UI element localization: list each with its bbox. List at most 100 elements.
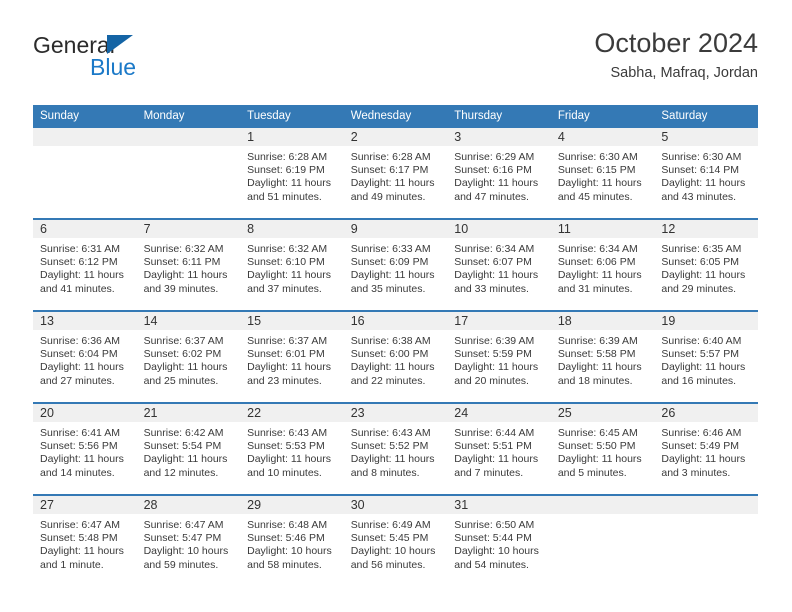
sunrise-time: Sunrise: 6:33 AM [350, 243, 431, 255]
day-number: 27 [33, 496, 137, 514]
daylight-duration-line2: and 37 minutes. [247, 282, 322, 295]
sunrise-time: Sunrise: 6:44 AM [454, 427, 535, 439]
sunset-time: Sunset: 6:04 PM [40, 348, 118, 361]
daylight-duration-line2: and 3 minutes. [661, 466, 731, 479]
day-sun-info: Sunrise: 6:40 AM Sunset: 5:57 PM Daylight:… [654, 330, 758, 388]
daylight-duration-line2: and 43 minutes. [661, 190, 737, 203]
daylight-duration-line1: Daylight: 11 hours [350, 453, 435, 466]
sunrise-time: Sunrise: 6:40 AM [661, 335, 742, 347]
calendar-day-cell[interactable]: 27 Sunrise: 6:47 AM Sunset: 5:48 PM Dayligh… [33, 494, 137, 586]
sunrise-time: Sunrise: 6:34 AM [557, 243, 638, 255]
calendar-day-cell[interactable]: 11 Sunrise: 6:34 AM Sunset: 6:06 PM Dayligh… [550, 218, 655, 311]
day-sun-info: Sunrise: 6:45 AM Sunset: 5:50 PM Daylight:… [551, 422, 655, 480]
daylight-duration-line2: and 45 minutes. [557, 190, 633, 203]
sunset-time: Sunset: 5:49 PM [661, 440, 740, 453]
day-number: 4 [550, 128, 655, 146]
daylight-duration-line2: and 49 minutes. [350, 190, 426, 203]
day-sun-info: Sunrise: 6:34 AM Sunset: 6:06 PM Daylight:… [551, 238, 655, 296]
calendar-week-row: 27 Sunrise: 6:47 AM Sunset: 5:48 PM Dayligh… [33, 494, 758, 586]
calendar-day-cell[interactable]: 23 Sunrise: 6:43 AM Sunset: 5:52 PM Dayligh… [343, 402, 448, 495]
calendar-day-cell[interactable]: 26 Sunrise: 6:46 AM Sunset: 5:49 PM Dayligh… [654, 402, 758, 495]
daylight-duration-line1: Daylight: 11 hours [661, 269, 746, 282]
sunrise-time: Sunrise: 6:50 AM [454, 519, 535, 531]
calendar-day-cell[interactable]: 5 Sunrise: 6:30 AM Sunset: 6:14 PM Daylight… [654, 128, 758, 219]
calendar-day-cell[interactable]: 31 Sunrise: 6:50 AM Sunset: 5:44 PM Dayligh… [447, 494, 551, 586]
daylight-duration-line1: Daylight: 11 hours [350, 177, 435, 190]
sunset-time: Sunset: 6:02 PM [143, 348, 222, 361]
calendar-day-cell[interactable]: 14 Sunrise: 6:37 AM Sunset: 6:02 PM Dayligh… [136, 310, 241, 403]
sunset-time: Sunset: 6:19 PM [247, 164, 325, 177]
sunrise-time: Sunrise: 6:46 AM [661, 427, 742, 439]
daylight-duration-line1: Daylight: 11 hours [143, 361, 228, 374]
calendar-day-cell[interactable]: 8 Sunrise: 6:32 AM Sunset: 6:10 PM Daylight… [240, 218, 344, 311]
day-sun-info: Sunrise: 6:46 AM Sunset: 5:49 PM Daylight:… [654, 422, 758, 480]
calendar-day-cell-empty [33, 128, 137, 219]
sunset-time: Sunset: 5:50 PM [557, 440, 636, 453]
daylight-duration-line2: and 31 minutes. [557, 282, 633, 295]
calendar-day-cell[interactable]: 1 Sunrise: 6:28 AM Sunset: 6:19 PM Daylight… [240, 128, 344, 219]
daylight-duration-line2: and 47 minutes. [454, 190, 529, 203]
calendar-day-cell[interactable]: 20 Sunrise: 6:41 AM Sunset: 5:56 PM Dayligh… [33, 402, 137, 495]
sunset-time: Sunset: 5:52 PM [350, 440, 429, 453]
calendar-day-cell[interactable]: 16 Sunrise: 6:38 AM Sunset: 6:00 PM Dayligh… [343, 310, 448, 403]
calendar-day-cell[interactable]: 7 Sunrise: 6:32 AM Sunset: 6:11 PM Daylight… [136, 218, 241, 311]
day-number: 28 [136, 496, 241, 514]
daylight-duration-line1: Daylight: 11 hours [247, 177, 331, 190]
daylight-duration-line1: Daylight: 11 hours [40, 361, 124, 374]
calendar-day-cell[interactable]: 25 Sunrise: 6:45 AM Sunset: 5:50 PM Dayligh… [550, 402, 655, 495]
day-number [654, 496, 758, 514]
calendar-day-cell[interactable]: 24 Sunrise: 6:44 AM Sunset: 5:51 PM Dayligh… [447, 402, 551, 495]
sunrise-time: Sunrise: 6:30 AM [557, 151, 638, 163]
day-number: 10 [447, 220, 551, 238]
calendar-day-cell[interactable]: 22 Sunrise: 6:43 AM Sunset: 5:53 PM Dayligh… [240, 402, 344, 495]
general-blue-logo[interactable]: General Blue [33, 32, 263, 88]
weekday-header-wednesday: Wednesday [343, 105, 448, 128]
daylight-duration-line2: and 1 minute. [40, 558, 104, 571]
sunrise-time: Sunrise: 6:48 AM [247, 519, 328, 531]
calendar-day-cell[interactable]: 2 Sunrise: 6:28 AM Sunset: 6:17 PM Daylight… [343, 128, 448, 219]
day-number: 24 [447, 404, 551, 422]
day-sun-info: Sunrise: 6:34 AM Sunset: 6:07 PM Daylight:… [447, 238, 551, 296]
calendar-day-cell[interactable]: 10 Sunrise: 6:34 AM Sunset: 6:07 PM Dayligh… [447, 218, 551, 311]
calendar-day-cell[interactable]: 18 Sunrise: 6:39 AM Sunset: 5:58 PM Dayligh… [550, 310, 655, 403]
calendar-day-cell[interactable]: 12 Sunrise: 6:35 AM Sunset: 6:05 PM Dayligh… [654, 218, 758, 311]
daylight-duration-line2: and 59 minutes. [143, 558, 219, 571]
calendar-day-cell[interactable]: 19 Sunrise: 6:40 AM Sunset: 5:57 PM Dayligh… [654, 310, 758, 403]
calendar-day-cell[interactable]: 15 Sunrise: 6:37 AM Sunset: 6:01 PM Dayligh… [240, 310, 344, 403]
calendar-day-cell[interactable]: 3 Sunrise: 6:29 AM Sunset: 6:16 PM Daylight… [447, 128, 551, 219]
sunrise-time: Sunrise: 6:47 AM [143, 519, 224, 531]
calendar-day-cell[interactable]: 17 Sunrise: 6:39 AM Sunset: 5:59 PM Dayligh… [447, 310, 551, 403]
day-number: 5 [654, 128, 758, 146]
sunset-time: Sunset: 6:15 PM [557, 164, 636, 177]
sunrise-time: Sunrise: 6:30 AM [661, 151, 742, 163]
calendar-day-cell[interactable]: 4 Sunrise: 6:30 AM Sunset: 6:15 PM Daylight… [550, 128, 655, 219]
calendar-day-cell[interactable]: 30 Sunrise: 6:49 AM Sunset: 5:45 PM Dayligh… [343, 494, 448, 586]
daylight-duration-line1: Daylight: 11 hours [557, 361, 642, 374]
daylight-duration-line2: and 14 minutes. [40, 466, 115, 479]
day-number: 2 [343, 128, 448, 146]
sunrise-time: Sunrise: 6:32 AM [247, 243, 328, 255]
day-sun-info: Sunrise: 6:35 AM Sunset: 6:05 PM Daylight:… [654, 238, 758, 296]
daylight-duration-line2: and 5 minutes. [557, 466, 627, 479]
calendar-day-cell[interactable]: 29 Sunrise: 6:48 AM Sunset: 5:46 PM Dayligh… [240, 494, 344, 586]
weekday-header-sunday: Sunday [33, 105, 137, 128]
calendar-day-cell[interactable]: 6 Sunrise: 6:31 AM Sunset: 6:12 PM Daylight… [33, 218, 137, 311]
sunset-time: Sunset: 5:53 PM [247, 440, 325, 453]
day-sun-info: Sunrise: 6:37 AM Sunset: 6:02 PM Daylight:… [137, 330, 241, 388]
calendar-day-cell[interactable]: 9 Sunrise: 6:33 AM Sunset: 6:09 PM Daylight… [343, 218, 448, 311]
calendar-day-cell[interactable]: 21 Sunrise: 6:42 AM Sunset: 5:54 PM Dayligh… [136, 402, 241, 495]
weekday-header-row: Sunday Monday Tuesday Wednesday Thursday… [33, 105, 758, 128]
daylight-duration-line2: and 16 minutes. [661, 374, 737, 387]
day-number: 17 [447, 312, 551, 330]
calendar-day-cell[interactable]: 13 Sunrise: 6:36 AM Sunset: 6:04 PM Dayligh… [33, 310, 137, 403]
sunrise-time: Sunrise: 6:32 AM [143, 243, 224, 255]
calendar-table-wrapper: Sunday Monday Tuesday Wednesday Thursday… [33, 105, 758, 586]
sunset-time: Sunset: 5:51 PM [454, 440, 532, 453]
weekday-header-saturday: Saturday [654, 105, 758, 128]
daylight-duration-line2: and 27 minutes. [40, 374, 115, 387]
daylight-duration-line2: and 35 minutes. [350, 282, 426, 295]
day-sun-info: Sunrise: 6:48 AM Sunset: 5:46 PM Daylight:… [240, 514, 344, 572]
weekday-header-thursday: Thursday [447, 105, 551, 128]
calendar-day-cell[interactable]: 28 Sunrise: 6:47 AM Sunset: 5:47 PM Dayligh… [136, 494, 241, 586]
day-number: 1 [240, 128, 344, 146]
